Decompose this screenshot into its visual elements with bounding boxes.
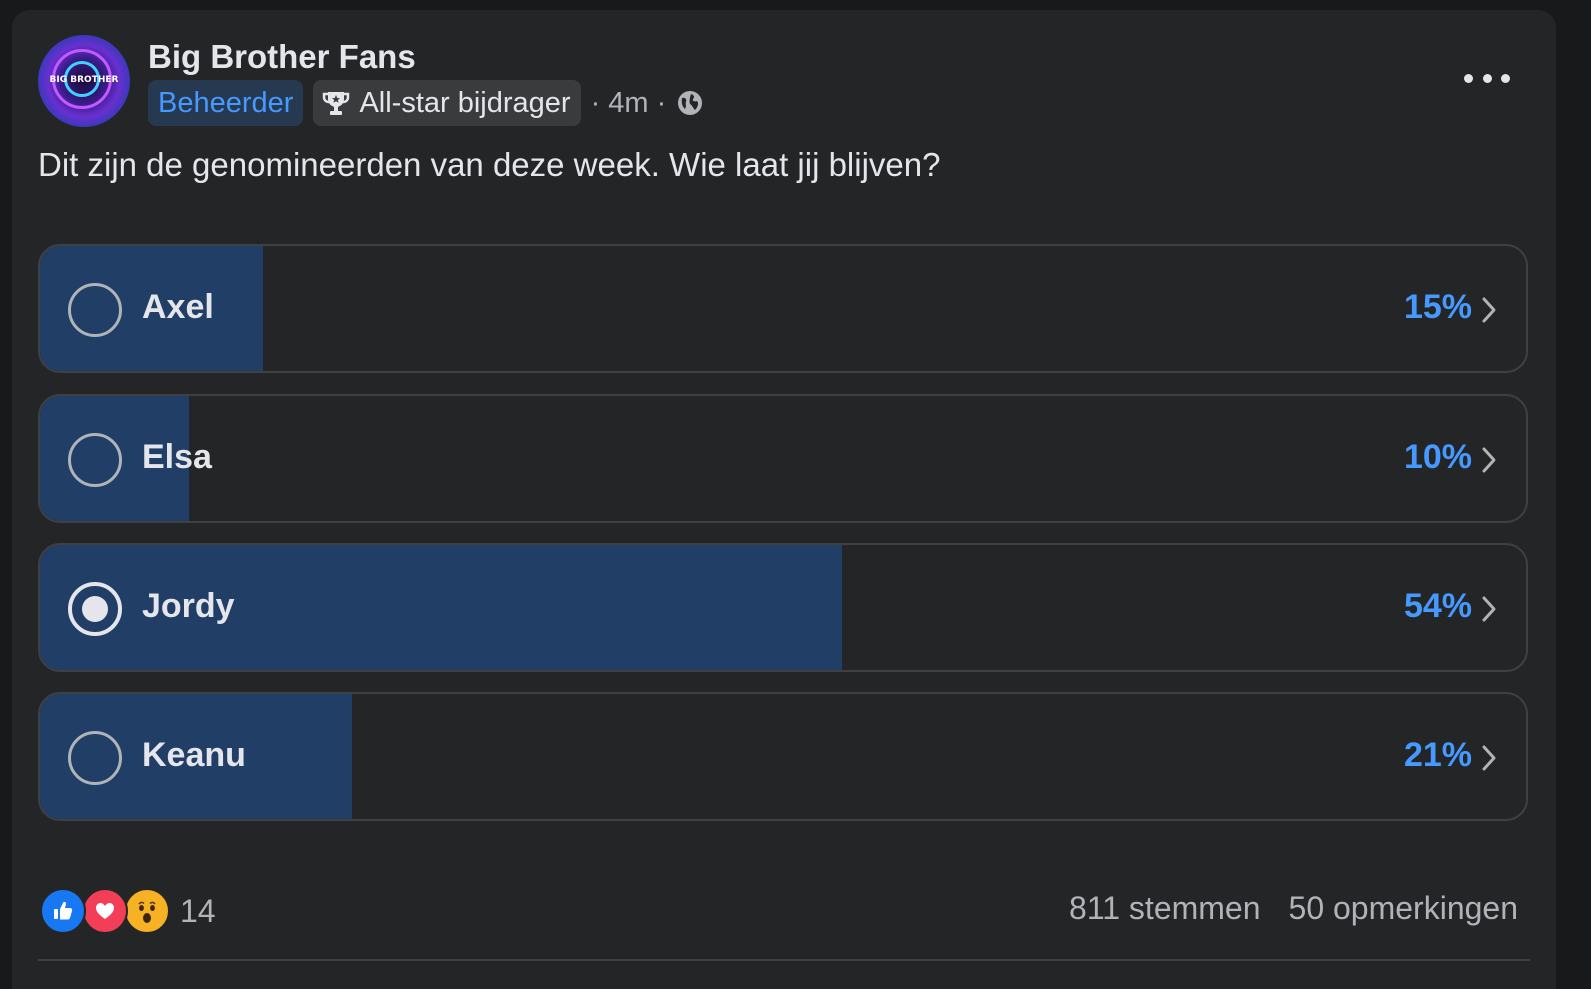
more-options-button[interactable] <box>1464 66 1510 90</box>
radio-button[interactable] <box>68 433 122 487</box>
chevron-right-icon[interactable] <box>1480 446 1498 474</box>
radio-button[interactable] <box>68 731 122 785</box>
poll-option[interactable]: Jordy 54% <box>38 543 1528 672</box>
poll-option-label: Elsa <box>142 438 212 476</box>
chevron-right-icon[interactable] <box>1480 744 1498 772</box>
more-dot-icon <box>1464 73 1473 83</box>
votes-count[interactable]: 811 stemmen <box>1069 890 1261 927</box>
poll-option[interactable]: Keanu 21% <box>38 692 1528 821</box>
poll-option-percent: 15% <box>1403 288 1472 326</box>
poll-option[interactable]: Elsa 10% <box>38 394 1528 523</box>
post-stats: 811 stemmen 50 opmerkingen <box>1069 890 1518 927</box>
poll-option-percent: 10% <box>1403 438 1472 476</box>
avatar-logo-text: BIG BROTHER <box>49 75 119 85</box>
post-time[interactable]: · 4m · <box>591 87 667 120</box>
radio-button[interactable] <box>68 283 122 337</box>
reaction-count[interactable]: 14 <box>180 893 216 930</box>
reactions-summary[interactable]: 14 <box>40 888 216 934</box>
allstar-badge[interactable]: All-star bijdrager <box>313 80 581 126</box>
chevron-right-icon[interactable] <box>1480 296 1498 324</box>
trophy-icon <box>323 92 350 115</box>
love-icon <box>82 888 128 934</box>
allstar-badge-label: All-star bijdrager <box>359 87 571 119</box>
footer-divider <box>38 959 1530 961</box>
poll-option-label: Jordy <box>142 587 235 625</box>
comments-count[interactable]: 50 opmerkingen <box>1289 890 1518 927</box>
like-icon <box>40 888 86 934</box>
radio-button[interactable] <box>68 582 122 636</box>
more-dot-icon <box>1482 73 1492 83</box>
poll-option-percent: 54% <box>1403 587 1472 625</box>
wow-icon <box>124 888 170 934</box>
admin-badge[interactable]: Beheerder <box>148 80 304 126</box>
poll-option-label: Axel <box>142 288 214 326</box>
group-avatar[interactable]: BIG BROTHER <box>38 35 130 127</box>
post-meta: Beheerder All-star bijdrager · 4m · <box>148 80 704 126</box>
chevron-right-icon[interactable] <box>1480 595 1498 623</box>
post-card: BIG BROTHER Big Brother Fans Beheerder A… <box>12 10 1556 989</box>
poll-option[interactable]: Axel 15% <box>38 244 1528 373</box>
poll-option-label: Keanu <box>142 736 246 774</box>
group-name[interactable]: Big Brother Fans <box>148 38 416 76</box>
post-text: Dit zijn de genomineerden van deze week.… <box>38 146 941 183</box>
globe-icon[interactable] <box>676 89 704 117</box>
more-dot-icon <box>1501 73 1510 83</box>
poll-option-percent: 21% <box>1403 736 1472 774</box>
